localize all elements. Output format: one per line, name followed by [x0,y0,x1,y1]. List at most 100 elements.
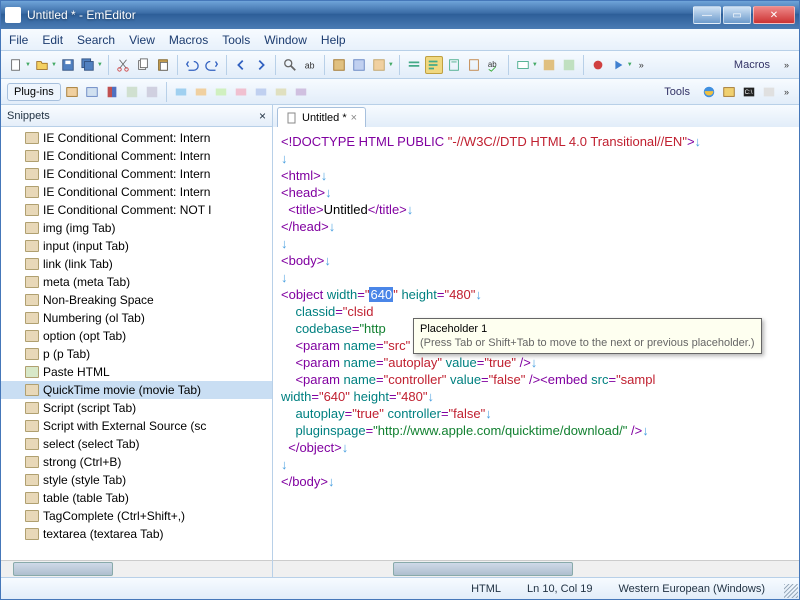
snippet-icon [25,330,39,342]
plugin8-icon[interactable] [212,83,230,101]
plugin10-icon[interactable] [252,83,270,101]
snippets-list[interactable]: IE Conditional Comment: InternIE Conditi… [1,127,272,560]
snippet-item[interactable]: Numbering (ol Tab) [1,309,272,327]
toolbar-macros-label[interactable]: Macros [734,59,778,71]
tools-overflow-icon[interactable]: » [780,87,793,97]
menu-view[interactable]: View [129,33,155,47]
wrap-page-icon[interactable] [445,56,463,74]
status-encoding: Western European (Windows) [612,583,771,595]
plugin4-icon[interactable] [123,83,141,101]
snippet-item[interactable]: IE Conditional Comment: Intern [1,165,272,183]
paste-icon[interactable] [154,56,172,74]
plugin11-icon[interactable] [272,83,290,101]
snippet-icon [25,510,39,522]
cmd-icon[interactable]: C:\ [740,83,758,101]
menu-file[interactable]: File [9,33,28,47]
tool5-icon[interactable] [560,56,578,74]
snippet-item[interactable]: table (table Tab) [1,489,272,507]
plugin12-icon[interactable] [292,83,310,101]
redo-icon[interactable] [203,56,221,74]
menu-help[interactable]: Help [321,33,346,47]
snippet-item[interactable]: Paste HTML [1,363,272,381]
snippet-item[interactable]: link (link Tab) [1,255,272,273]
snippet-item[interactable]: option (opt Tab) [1,327,272,345]
saveall-icon[interactable] [79,56,97,74]
config-icon[interactable] [514,56,532,74]
maximize-button[interactable]: ▭ [723,6,751,24]
snippet-label: QuickTime movie (movie Tab) [43,383,201,397]
window-title: Untitled * - EmEditor [27,8,693,22]
plugin9-icon[interactable] [232,83,250,101]
new-icon[interactable] [7,56,25,74]
tool1-icon[interactable] [330,56,348,74]
minimize-button[interactable]: — [693,6,721,24]
plugins-label: Plug-ins [7,83,61,101]
tab-untitled[interactable]: Untitled * × [277,107,366,127]
plugin5-icon[interactable] [143,83,161,101]
snippet-item[interactable]: IE Conditional Comment: Intern [1,129,272,147]
snippet-item[interactable]: IE Conditional Comment: Intern [1,147,272,165]
explorer-icon[interactable] [720,83,738,101]
replace-icon[interactable]: ab [301,56,319,74]
resize-grip[interactable] [784,584,798,598]
placeholder-tooltip: Placeholder 1 (Press Tab or Shift+Tab to… [413,318,762,354]
snippet-item[interactable]: style (style Tab) [1,471,272,489]
snippet-item[interactable]: meta (meta Tab) [1,273,272,291]
open-icon[interactable] [33,56,51,74]
ie-icon[interactable] [700,83,718,101]
snippet-item[interactable]: Script with External Source (sc [1,417,272,435]
tool4-icon[interactable] [540,56,558,74]
plugin2-icon[interactable] [83,83,101,101]
copy-icon[interactable] [134,56,152,74]
wrap-window-icon[interactable] [425,56,443,74]
tool2-icon[interactable] [350,56,368,74]
tool3-icon[interactable] [370,56,388,74]
snippet-item[interactable]: IE Conditional Comment: NOT I [1,201,272,219]
snippet-label: IE Conditional Comment: Intern [43,185,210,199]
menu-search[interactable]: Search [77,33,115,47]
titlebar[interactable]: Untitled * - EmEditor — ▭ ✕ [1,1,799,29]
save-icon[interactable] [59,56,77,74]
code-editor[interactable]: <!DOCTYPE HTML PUBLIC "-//W3C//DTD HTML … [273,127,799,560]
wrap-none-icon[interactable] [405,56,423,74]
tab-close-icon[interactable]: × [351,112,357,124]
snippet-item[interactable]: textarea (textarea Tab) [1,525,272,543]
snippets-close-icon[interactable]: × [259,109,266,123]
snippet-item[interactable]: Non-Breaking Space [1,291,272,309]
plugin6-icon[interactable] [172,83,190,101]
snippet-label: img (img Tab) [43,221,115,235]
plugin-docs-icon[interactable] [103,83,121,101]
menu-tools[interactable]: Tools [222,33,250,47]
svg-text:ab: ab [488,59,497,68]
snippet-item[interactable]: Script (script Tab) [1,399,272,417]
plugin7-icon[interactable] [192,83,210,101]
back-icon[interactable] [232,56,250,74]
snippet-item[interactable]: strong (Ctrl+B) [1,453,272,471]
toolbar-tools-label[interactable]: Tools [664,86,698,98]
snippet-item[interactable]: input (input Tab) [1,237,272,255]
forward-icon[interactable] [252,56,270,74]
wrap-col-icon[interactable] [465,56,483,74]
toolbar-overflow-icon[interactable]: » [635,60,648,70]
undo-icon[interactable] [183,56,201,74]
macros-overflow-icon[interactable]: » [780,60,793,70]
snippet-item[interactable]: QuickTime movie (movie Tab) [1,381,272,399]
tool-last-icon[interactable] [760,83,778,101]
record-icon[interactable] [589,56,607,74]
editor-hscroll[interactable] [273,560,799,577]
snippet-item[interactable]: IE Conditional Comment: Intern [1,183,272,201]
menu-window[interactable]: Window [264,33,307,47]
spell-icon[interactable]: ab [485,56,503,74]
snippet-item[interactable]: TagComplete (Ctrl+Shift+,) [1,507,272,525]
play-icon[interactable] [609,56,627,74]
menu-edit[interactable]: Edit [42,33,63,47]
menu-macros[interactable]: Macros [169,33,208,47]
snippet-item[interactable]: img (img Tab) [1,219,272,237]
close-button[interactable]: ✕ [753,6,795,24]
cut-icon[interactable] [114,56,132,74]
find-icon[interactable] [281,56,299,74]
plugin1-icon[interactable] [63,83,81,101]
snippet-item[interactable]: p (p Tab) [1,345,272,363]
sidebar-hscroll[interactable] [1,560,272,577]
snippet-item[interactable]: select (select Tab) [1,435,272,453]
